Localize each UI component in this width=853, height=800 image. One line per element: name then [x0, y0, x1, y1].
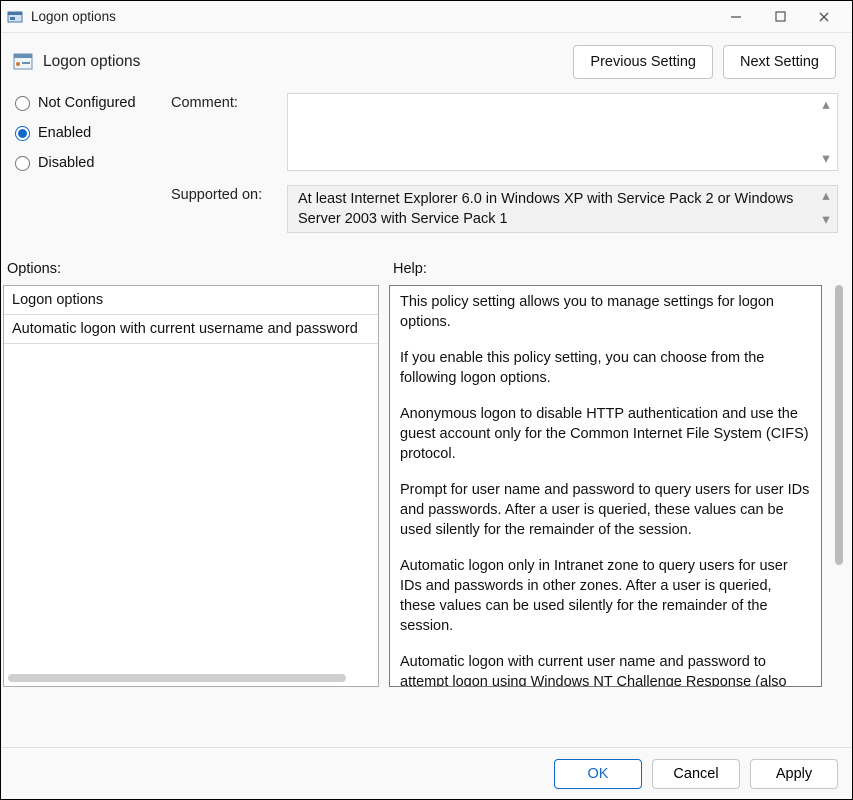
- radio-not-configured-input[interactable]: [15, 96, 30, 111]
- radio-not-configured[interactable]: Not Configured: [15, 95, 171, 111]
- dialog-header: Logon options Previous Setting Next Sett…: [1, 33, 852, 93]
- supported-on-text: At least Internet Explorer 6.0 in Window…: [287, 185, 838, 233]
- option-name: Logon options: [4, 286, 378, 315]
- help-label: Help:: [393, 261, 838, 277]
- help-paragraph: Automatic logon only in Intranet zone to…: [400, 556, 811, 636]
- close-button[interactable]: [802, 3, 846, 31]
- cancel-button[interactable]: Cancel: [652, 759, 740, 789]
- options-empty-area: [4, 344, 378, 686]
- radio-enabled-label: Enabled: [38, 125, 91, 141]
- radio-disabled-input[interactable]: [15, 156, 30, 171]
- supported-on-value: At least Internet Explorer 6.0 in Window…: [298, 191, 793, 227]
- scroll-up-icon[interactable]: ▴: [817, 188, 835, 206]
- next-setting-button[interactable]: Next Setting: [723, 45, 836, 79]
- radio-not-configured-label: Not Configured: [38, 95, 136, 111]
- help-paragraph: If you enable this policy setting, you c…: [400, 348, 811, 388]
- maximize-button[interactable]: [758, 3, 802, 31]
- scroll-up-icon[interactable]: ▴: [817, 96, 835, 114]
- supported-on-label: Supported on:: [171, 185, 287, 203]
- minimize-button[interactable]: [714, 3, 758, 31]
- radio-enabled-input[interactable]: [15, 126, 30, 141]
- radio-disabled-label: Disabled: [38, 155, 94, 171]
- radio-enabled[interactable]: Enabled: [15, 125, 171, 141]
- help-paragraph: Anonymous logon to disable HTTP authenti…: [400, 404, 811, 464]
- help-paragraph: This policy setting allows you to manage…: [400, 292, 811, 332]
- option-dropdown[interactable]: Automatic logon with current username an…: [4, 315, 378, 344]
- help-paragraph: Automatic logon with current user name a…: [400, 652, 811, 687]
- comment-textarea[interactable]: ▴ ▾: [287, 93, 838, 171]
- scroll-down-icon[interactable]: ▾: [817, 150, 835, 168]
- options-label: Options:: [7, 261, 393, 277]
- vertical-scrollbar-thumb[interactable]: [835, 285, 843, 565]
- vertical-scrollbar-track[interactable]: [832, 285, 846, 687]
- dialog-footer: OK Cancel Apply: [1, 747, 852, 799]
- ok-button[interactable]: OK: [554, 759, 642, 789]
- apply-button[interactable]: Apply: [750, 759, 838, 789]
- options-panel: Logon options Automatic logon with curre…: [3, 285, 379, 687]
- page-title: Logon options: [43, 53, 563, 71]
- policy-icon: [7, 9, 23, 25]
- help-panel[interactable]: This policy setting allows you to manage…: [389, 285, 822, 687]
- help-paragraph: Prompt for user name and password to que…: [400, 480, 811, 540]
- horizontal-scrollbar[interactable]: [8, 674, 346, 682]
- policy-page-icon: [13, 52, 33, 72]
- scroll-down-icon[interactable]: ▾: [817, 212, 835, 230]
- titlebar: Logon options: [1, 1, 852, 33]
- previous-setting-button[interactable]: Previous Setting: [573, 45, 713, 79]
- radio-disabled[interactable]: Disabled: [15, 155, 171, 171]
- window-title: Logon options: [31, 9, 714, 24]
- comment-label: Comment:: [171, 93, 287, 111]
